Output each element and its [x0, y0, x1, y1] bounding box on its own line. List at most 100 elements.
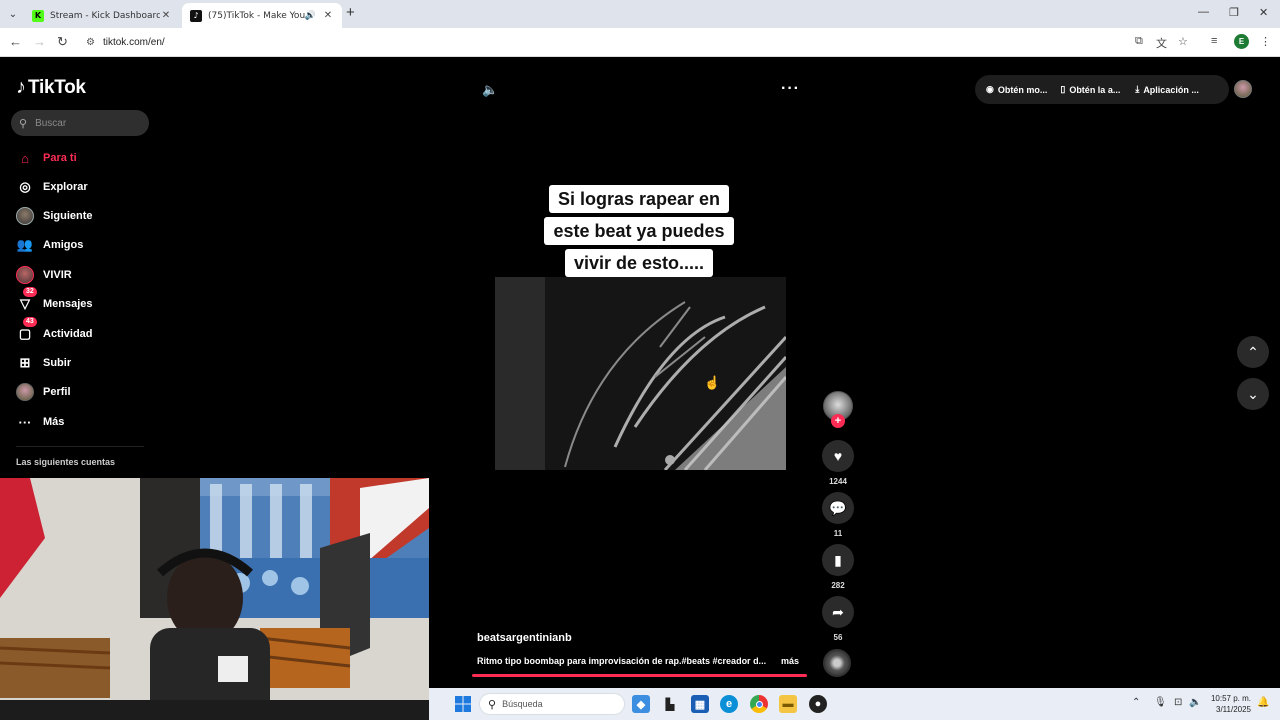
following-avatar-image	[16, 207, 34, 225]
site-info-icon[interactable]: ⚙	[86, 37, 95, 48]
nav-explorar[interactable]: ◎ Explorar	[16, 176, 87, 198]
reload-icon[interactable]: ↻	[57, 34, 68, 50]
video-author[interactable]: beatsargentinianb	[477, 632, 572, 644]
tiktok-note-icon: ♪	[16, 76, 26, 98]
share-button[interactable]: ➦	[822, 596, 854, 628]
nav-mas[interactable]: ··· Más	[16, 411, 65, 433]
caption-line: este beat ya puedes	[544, 217, 734, 245]
download-app-button[interactable]: ⤓ Aplicación ...	[1135, 84, 1199, 95]
tab-tiktok[interactable]: ♪ (75)TikTok - Make Your Day 🔊 ✕	[182, 3, 342, 28]
microphone-icon[interactable]: 🎙	[1154, 697, 1167, 708]
back-icon[interactable]: ←	[9, 34, 22, 49]
search-icon: ⚲	[19, 117, 28, 130]
previous-video-button[interactable]: ⌃	[1237, 336, 1269, 368]
network-icon[interactable]: ⊡	[1174, 697, 1182, 708]
get-coins-button[interactable]: ◉ Obtén mo...	[986, 84, 1047, 95]
volume-icon[interactable]: 🔈	[482, 82, 498, 98]
activity-badge: 43	[23, 317, 37, 327]
nav-label: Actividad	[43, 328, 93, 340]
nav-label: Siguiente	[43, 210, 93, 222]
nav-amigos[interactable]: 👥 Amigos	[16, 234, 83, 256]
coin-icon: ◉	[986, 84, 994, 94]
video-progress-bar[interactable]	[472, 674, 807, 677]
chevron-up-icon: ⌃	[1247, 343, 1259, 360]
nav-mensajes[interactable]: ▽ 32 Mensajes	[16, 287, 93, 315]
top-actions-bar: ◉ Obtén mo... ▯ Obtén la a... ⤓ Aplicaci…	[975, 75, 1229, 104]
copilot-icon[interactable]: ◆	[632, 695, 650, 713]
video-frame-image	[495, 277, 786, 470]
upload-icon: ⊞	[19, 355, 31, 370]
next-video-button[interactable]: ⌄	[1237, 378, 1269, 410]
tiktok-logo[interactable]: ♪ TikTok	[16, 76, 86, 99]
comment-button[interactable]: 💬	[822, 492, 854, 524]
windows-start-icon[interactable]	[454, 695, 472, 713]
kick-icon: K	[32, 9, 44, 22]
url-field[interactable]: ⚙ tiktok.com/en/	[80, 31, 1200, 54]
speaker-icon[interactable]: 🔊	[305, 11, 316, 21]
bookmark-star-icon[interactable]: ☆	[1178, 35, 1188, 48]
follow-plus-button[interactable]: +	[831, 414, 845, 428]
see-more-link[interactable]: más	[781, 656, 799, 666]
get-app-button[interactable]: ▯ Obtén la a...	[1060, 84, 1120, 95]
nav-para-ti[interactable]: ⌂ Para ti	[16, 147, 77, 169]
bookmark-icon: ▮	[834, 551, 842, 568]
tab-kick-dashboard[interactable]: K Stream - Kick Dashboard ✕	[24, 3, 180, 28]
caption-line: vivir de esto.....	[564, 249, 714, 277]
search-icon: ⚲	[488, 698, 497, 711]
nav-label: Amigos	[43, 239, 84, 251]
new-tab-button[interactable]: +	[346, 5, 355, 21]
close-window-icon[interactable]: ✕	[1259, 6, 1268, 19]
taskbar-search-input[interactable]: ⚲ Búsqueda	[479, 693, 625, 715]
minimize-icon[interactable]: —	[1198, 6, 1209, 18]
like-button[interactable]: ♥	[822, 440, 854, 472]
tab-search-icon[interactable]: ⌄	[4, 5, 22, 23]
restore-icon[interactable]: ❐	[1229, 6, 1239, 19]
translate-icon[interactable]: 文	[1156, 35, 1167, 51]
nav-perfil[interactable]: Perfil	[16, 381, 71, 403]
friends-icon: 👥	[16, 237, 34, 252]
video-caption-overlay: Si logras rapear en este beat ya puedes …	[541, 185, 737, 281]
video-more-options-icon[interactable]: ···	[781, 80, 800, 98]
webcam-overlay	[0, 478, 429, 720]
file-explorer-icon[interactable]: ▬	[779, 695, 797, 713]
sound-disc-icon[interactable]	[823, 649, 851, 677]
activity-icon: ▢ 43	[16, 317, 37, 343]
save-button[interactable]: ▮	[822, 544, 854, 576]
store-icon[interactable]: ▦	[691, 695, 709, 713]
tab-title: (75)TikTok - Make Your Day	[208, 10, 305, 21]
sidebar-divider	[16, 446, 144, 447]
app-icon[interactable]: ●	[809, 695, 827, 713]
nav-siguiente[interactable]: Siguiente	[16, 205, 93, 227]
nav-vivir[interactable]: VIVIR	[16, 264, 72, 286]
tiktok-icon: ♪	[190, 9, 202, 22]
mouse-cursor-icon: ☝	[704, 375, 721, 390]
nav-label: Mensajes	[43, 298, 93, 310]
clock-time: 10:57 p. m.	[1210, 694, 1251, 703]
nav-actividad[interactable]: ▢ 43 Actividad	[16, 317, 93, 345]
video-player[interactable]	[495, 277, 786, 470]
following-avatar	[16, 207, 34, 225]
install-app-icon[interactable]: ⧉	[1135, 35, 1143, 48]
screen: ⌄ K Stream - Kick Dashboard ✕ ♪ (75)TikT…	[0, 0, 1280, 720]
address-bar-row: ← → ↻ ⚙ tiktok.com/en/ ⧉ 文 ☆ ≡ E ⋮	[0, 28, 1280, 57]
chrome-icon[interactable]	[750, 695, 768, 713]
user-avatar[interactable]	[1234, 80, 1252, 98]
forward-icon[interactable]: →	[33, 34, 46, 49]
media-controls-icon[interactable]: ≡	[1211, 35, 1217, 47]
tray-chevron-icon[interactable]: ⌃	[1132, 697, 1140, 708]
kebab-menu-icon[interactable]: ⋮	[1260, 35, 1271, 48]
search-input[interactable]: ⚲ Buscar	[11, 110, 149, 136]
close-icon[interactable]: ✕	[322, 10, 334, 21]
home-icon: ⌂	[21, 150, 29, 166]
task-view-icon[interactable]: ▙	[661, 695, 679, 713]
nav-subir[interactable]: ⊞ Subir	[16, 352, 72, 374]
close-icon[interactable]: ✕	[160, 10, 172, 21]
browser-tab-strip: ⌄ K Stream - Kick Dashboard ✕ ♪ (75)TikT…	[0, 0, 1280, 28]
nav-label: VIVIR	[43, 269, 72, 281]
notification-bell-icon[interactable]: 🔔	[1257, 697, 1269, 708]
speaker-icon[interactable]: 🔈	[1189, 697, 1201, 708]
taskbar-clock[interactable]: 10:57 p. m. 3/11/2025	[1209, 693, 1251, 715]
profile-avatar[interactable]: E	[1234, 34, 1249, 49]
live-avatar	[16, 266, 34, 284]
edge-icon[interactable]: e	[720, 695, 738, 713]
